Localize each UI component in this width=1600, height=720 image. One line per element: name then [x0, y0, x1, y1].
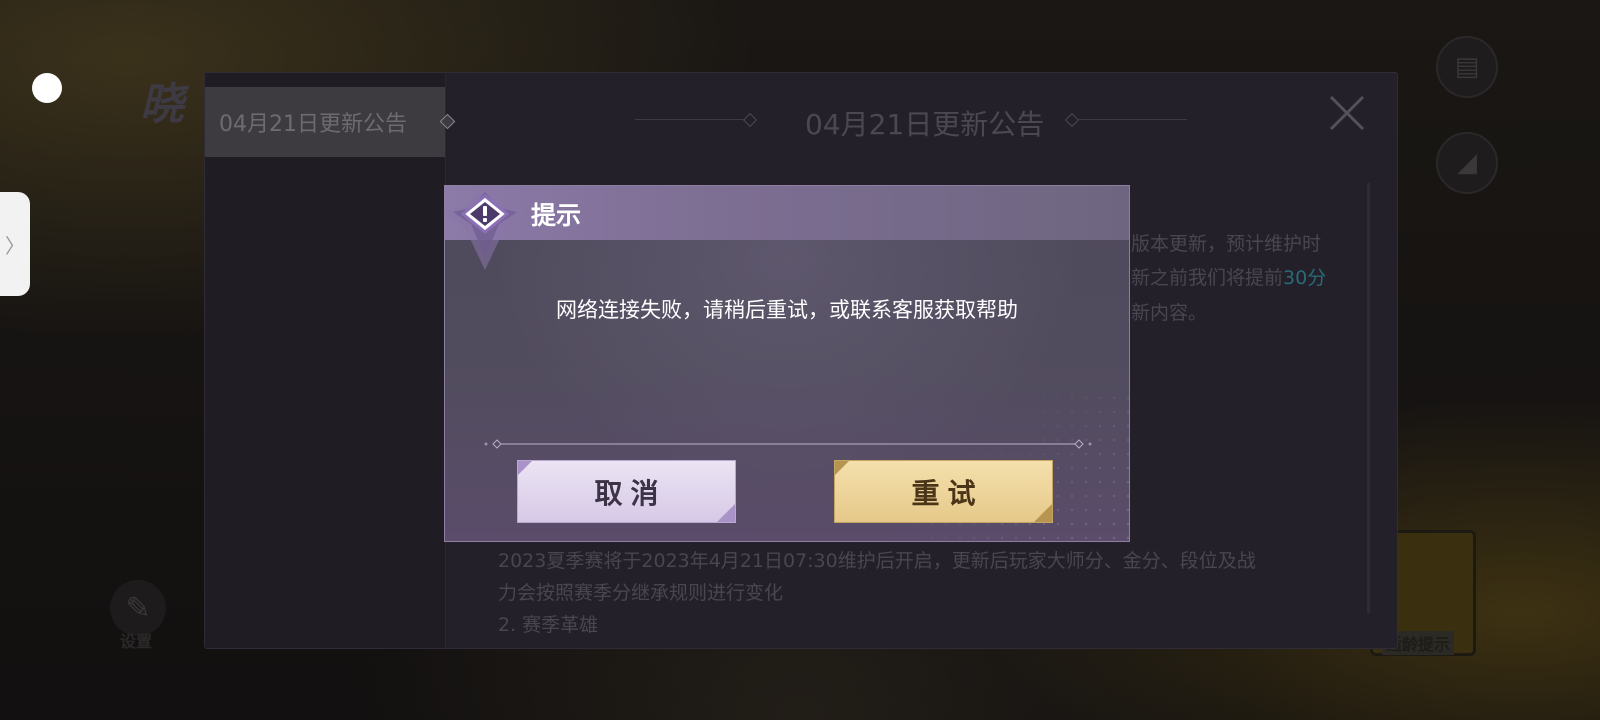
- event-icon[interactable]: ▤: [1436, 36, 1498, 98]
- dialog-title: 提示: [531, 201, 582, 230]
- diamond-icon: [1064, 112, 1080, 128]
- announcement-scrollbar[interactable]: [1367, 183, 1370, 613]
- retry-button-label: 重试: [911, 476, 984, 510]
- announcement-line: 新之前我们将提前30分: [1131, 263, 1326, 290]
- announcement-tab-label: 04月21日更新公告: [219, 112, 407, 137]
- error-dialog: 提示 网络连接失败，请稍后重试，或联系客服获取帮助 取消 重试: [443, 185, 1130, 542]
- announcement-tab[interactable]: 04月21日更新公告: [205, 87, 456, 157]
- corner-decoration: [518, 461, 532, 475]
- diamond-icon: [742, 112, 758, 128]
- settings-label: 设置: [120, 632, 153, 651]
- corner-decoration: [717, 504, 735, 522]
- announcement-line: 版本更新，预计维护时: [1131, 233, 1322, 255]
- announcement-icon[interactable]: ◢: [1436, 132, 1498, 194]
- announcement-line: 新内容。: [1131, 302, 1208, 324]
- chevron-right-icon: 〉: [5, 233, 25, 258]
- game-logo-fragment: 晓: [140, 79, 186, 130]
- close-icon[interactable]: [1327, 93, 1367, 133]
- retry-button[interactable]: 重试: [834, 460, 1053, 523]
- megaphone-icon: ◢: [1457, 148, 1477, 178]
- announcement-line: 2. 赛季革雄: [498, 614, 599, 636]
- wrench-icon: ✎: [125, 590, 151, 626]
- announcement-line: 力会按照赛季分继承规则进行变化: [498, 582, 784, 604]
- dialog-message: 网络连接失败，请稍后重试，或联系客服获取帮助: [556, 298, 1018, 322]
- side-drawer-handle[interactable]: 〉: [0, 192, 30, 296]
- announcement-line-text: 新之前我们将提前: [1131, 267, 1284, 289]
- header-line-left: [635, 119, 745, 120]
- diamond-icon: [439, 113, 456, 130]
- announcement-line: 2023夏季赛将于2023年4月21日07:30维护后开启，更新后玩家大师分、金…: [498, 550, 1256, 572]
- book-icon: ▤: [1454, 52, 1480, 82]
- maintenance-highlight: 30分: [1283, 267, 1327, 289]
- corner-decoration: [835, 461, 849, 475]
- warning-icon: [443, 186, 527, 270]
- dialog-divider: [484, 439, 1092, 449]
- floating-assistive-dot[interactable]: [32, 73, 62, 103]
- corner-decoration: [1034, 504, 1052, 522]
- announcement-sidebar: 04月21日更新公告: [205, 73, 456, 648]
- header-line-right: [1077, 119, 1187, 120]
- cancel-button[interactable]: 取消: [517, 460, 736, 523]
- cancel-button-label: 取消: [594, 476, 667, 510]
- announcement-title: 04月21日更新公告: [805, 108, 1045, 141]
